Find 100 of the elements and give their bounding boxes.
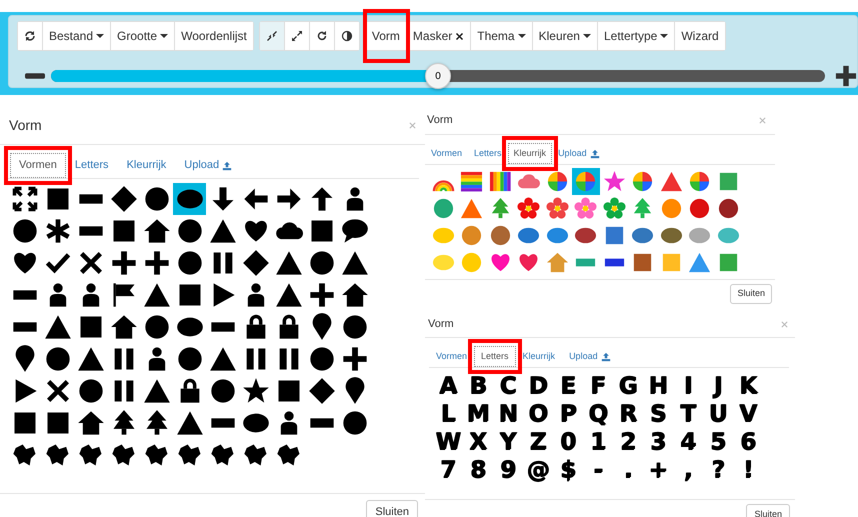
circle-icon[interactable] (10, 217, 38, 245)
letter-option[interactable]: 1 (583, 428, 613, 456)
letter-option[interactable]: Y (493, 428, 523, 456)
letter-option[interactable]: I (673, 372, 703, 400)
letter-option[interactable]: 2 (613, 428, 643, 456)
letter-option[interactable]: N (493, 400, 523, 428)
letter-option[interactable]: J (703, 372, 733, 400)
letter-option[interactable]: 8 (463, 456, 493, 484)
letter-option[interactable]: A (433, 372, 463, 400)
triangle-icon[interactable] (340, 249, 368, 277)
letter-option[interactable]: D (523, 372, 553, 400)
circle-icon[interactable] (340, 313, 368, 341)
letter-option[interactable]: M (463, 400, 493, 428)
diamond-icon[interactable] (308, 377, 336, 405)
letter-option[interactable]: , (673, 456, 703, 484)
asterisk-icon[interactable] (44, 217, 72, 245)
letter-option[interactable]: H (643, 372, 673, 400)
house-icon[interactable] (142, 217, 170, 245)
stripes-icon[interactable] (460, 170, 484, 193)
letter-option[interactable]: + (643, 456, 673, 484)
circle-icon[interactable] (142, 313, 170, 341)
letter-option[interactable]: V (733, 400, 763, 428)
letter-option[interactable]: Q (583, 400, 613, 428)
letter-option[interactable]: U (703, 400, 733, 428)
letter-option[interactable]: S (643, 400, 673, 428)
house-icon[interactable] (340, 281, 368, 309)
tab[interactable]: Kleurrijk (516, 346, 562, 367)
house-icon[interactable] (76, 409, 104, 437)
letter-option[interactable]: 9 (493, 456, 523, 484)
circle-icon[interactable] (44, 345, 72, 373)
refresh-button[interactable] (18, 22, 43, 50)
plus-icon[interactable] (142, 249, 170, 277)
letter-option[interactable]: 0 (553, 428, 583, 456)
circle-icon[interactable] (176, 345, 204, 373)
letter-option[interactable]: W (433, 428, 463, 456)
house-icon[interactable] (110, 313, 138, 341)
color-wheel-icon[interactable] (688, 170, 712, 193)
tab[interactable]: Letters (474, 346, 516, 367)
tab[interactable]: Upload (175, 153, 242, 178)
circle-icon[interactable] (208, 377, 236, 405)
close-button[interactable]: Sluiten (746, 504, 790, 517)
close-button[interactable]: Sluiten (730, 284, 772, 304)
letter-option[interactable]: . (613, 456, 643, 484)
letter-option[interactable]: P (553, 400, 583, 428)
circle-icon[interactable] (340, 409, 368, 437)
letter-option[interactable]: ? (703, 456, 733, 484)
close-button[interactable]: Sluiten (366, 500, 418, 517)
triangle-icon[interactable] (208, 217, 236, 245)
letter-option[interactable]: 4 (673, 428, 703, 456)
letter-option[interactable]: @ (523, 456, 553, 484)
letter-option[interactable]: K (733, 372, 763, 400)
letter-option[interactable]: R (613, 400, 643, 428)
circle-icon[interactable] (308, 345, 336, 373)
letter-option[interactable]: G (613, 372, 643, 400)
plus-icon[interactable] (340, 345, 368, 373)
letter-option[interactable]: 5 (703, 428, 733, 456)
expand-icon[interactable] (10, 185, 38, 213)
color-wheel-icon[interactable] (546, 170, 569, 193)
tab[interactable]: Vormen (10, 153, 66, 178)
circle-icon[interactable] (716, 197, 740, 220)
letter-option[interactable]: - (583, 456, 613, 484)
plus-icon[interactable] (110, 249, 138, 277)
letter-option[interactable]: 3 (643, 428, 673, 456)
triangle-icon[interactable] (176, 409, 204, 437)
triangle-icon[interactable] (274, 281, 302, 309)
slider-track[interactable] (51, 70, 825, 82)
stripes-icon[interactable] (488, 170, 512, 193)
tab[interactable]: Letters (66, 153, 118, 178)
triangle-icon[interactable] (142, 281, 170, 309)
triangle-icon[interactable] (76, 345, 104, 373)
triangle-icon[interactable] (44, 313, 72, 341)
letter-option[interactable]: Z (523, 428, 553, 456)
triangle-icon[interactable] (142, 377, 170, 405)
diamond-icon[interactable] (242, 249, 270, 277)
letter-option[interactable]: ! (733, 456, 763, 484)
tab[interactable]: Vormen (429, 346, 474, 367)
letter-option[interactable]: E (553, 372, 583, 400)
diamond-icon[interactable] (110, 185, 138, 213)
tab[interactable]: Letters (468, 143, 508, 164)
tab[interactable]: Kleurrijk (508, 143, 552, 164)
letter-option[interactable]: T (673, 400, 703, 428)
star-icon[interactable] (602, 170, 626, 193)
flower-icon[interactable] (546, 197, 569, 220)
plus-icon[interactable] (308, 281, 336, 309)
letter-option[interactable]: L (433, 400, 463, 428)
circle-icon[interactable] (176, 249, 204, 277)
flower-icon[interactable] (517, 197, 540, 220)
letter-option[interactable]: C (493, 372, 523, 400)
circle-icon[interactable] (176, 217, 204, 245)
letter-option[interactable]: 6 (733, 428, 763, 456)
triangle-icon[interactable] (274, 249, 302, 277)
compress-button[interactable] (260, 22, 285, 50)
circle-icon[interactable] (142, 185, 170, 213)
tab[interactable]: Vormen (425, 143, 468, 164)
triangle-icon[interactable] (208, 345, 236, 373)
circle-icon[interactable] (76, 377, 104, 405)
flower-icon[interactable] (602, 197, 626, 220)
color-wheel-icon[interactable] (631, 170, 654, 193)
tab[interactable]: Kleurrijk (118, 153, 176, 178)
circle-icon[interactable] (308, 249, 336, 277)
